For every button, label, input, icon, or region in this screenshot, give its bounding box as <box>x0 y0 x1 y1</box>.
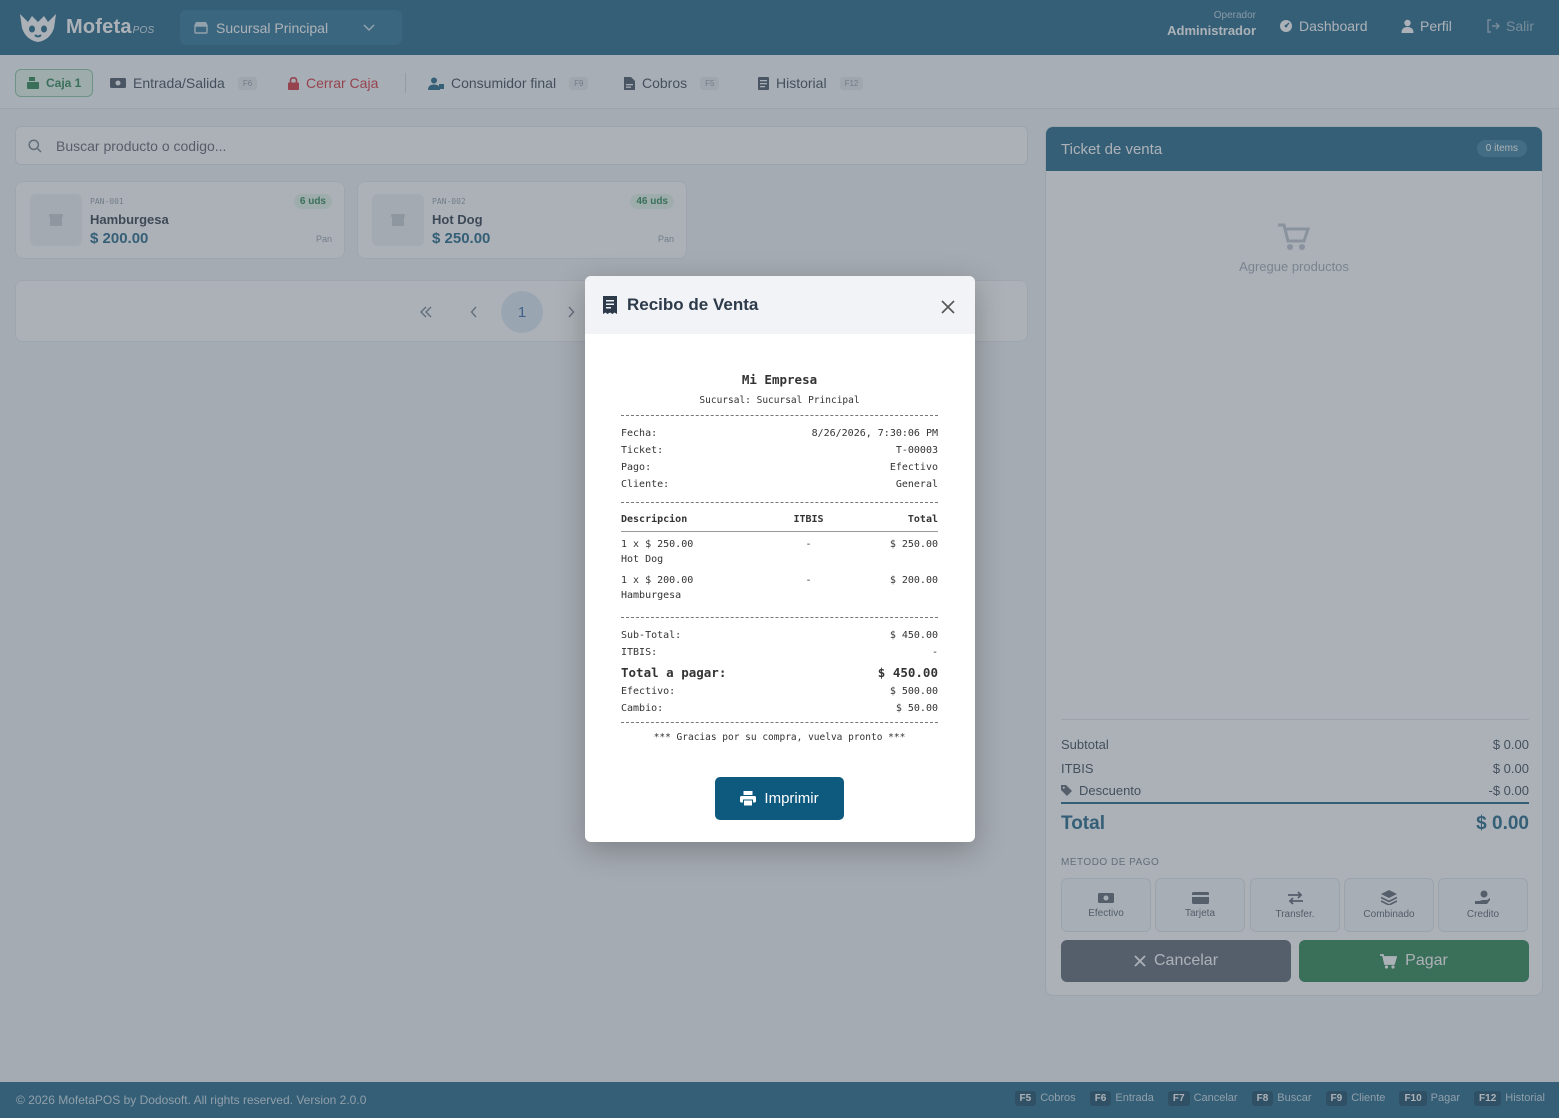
receipt-change-row: Cambio: $ 50.00 <box>621 703 938 714</box>
receipt-divider <box>621 502 938 503</box>
receipt-tax-row: ITBIS: - <box>621 647 938 658</box>
receipt-table-header: Descripcion ITBIS Total <box>621 512 938 532</box>
modal-header: Recibo de Venta <box>585 276 975 334</box>
modal-title: Recibo de Venta <box>627 295 759 314</box>
receipt-date-row: Fecha: 8/26/2026, 7:30:06 PM <box>621 428 938 439</box>
receipt-divider <box>621 722 938 723</box>
close-icon[interactable] <box>941 300 955 314</box>
receipt-client-row: Cliente: General <box>621 479 938 490</box>
receipt-icon <box>603 296 617 314</box>
receipt-divider <box>621 617 938 618</box>
receipt-total-row: Total a pagar: $ 450.00 <box>621 664 938 680</box>
printer-icon <box>740 791 757 806</box>
receipt-line-item: 1 x $ 250.00 Hot Dog - $ 250.00 <box>621 539 938 565</box>
receipt-cash-row: Efectivo: $ 500.00 <box>621 686 938 697</box>
receipt-company: Mi Empresa <box>741 372 818 387</box>
receipt-line-item: 1 x $ 200.00 Hamburgesa - $ 200.00 <box>621 575 938 601</box>
receipt-ticket-row: Ticket: T-00003 <box>621 445 938 456</box>
receipt-body: Mi Empresa Sucursal: Sucursal Principal … <box>621 372 938 743</box>
receipt-branch: Sucursal: Sucursal Principal <box>699 395 860 406</box>
receipt-divider <box>621 415 938 416</box>
receipt-payment-row: Pago: Efectivo <box>621 462 938 473</box>
print-label: Imprimir <box>764 790 819 807</box>
receipt-thanks: *** Gracias por su compra, vuelva pronto… <box>653 732 906 743</box>
receipt-modal: Recibo de Venta Mi Empresa Sucursal: Suc… <box>585 276 975 842</box>
receipt-subtotal-row: Sub-Total: $ 450.00 <box>621 630 938 641</box>
print-button[interactable]: Imprimir <box>715 777 844 820</box>
